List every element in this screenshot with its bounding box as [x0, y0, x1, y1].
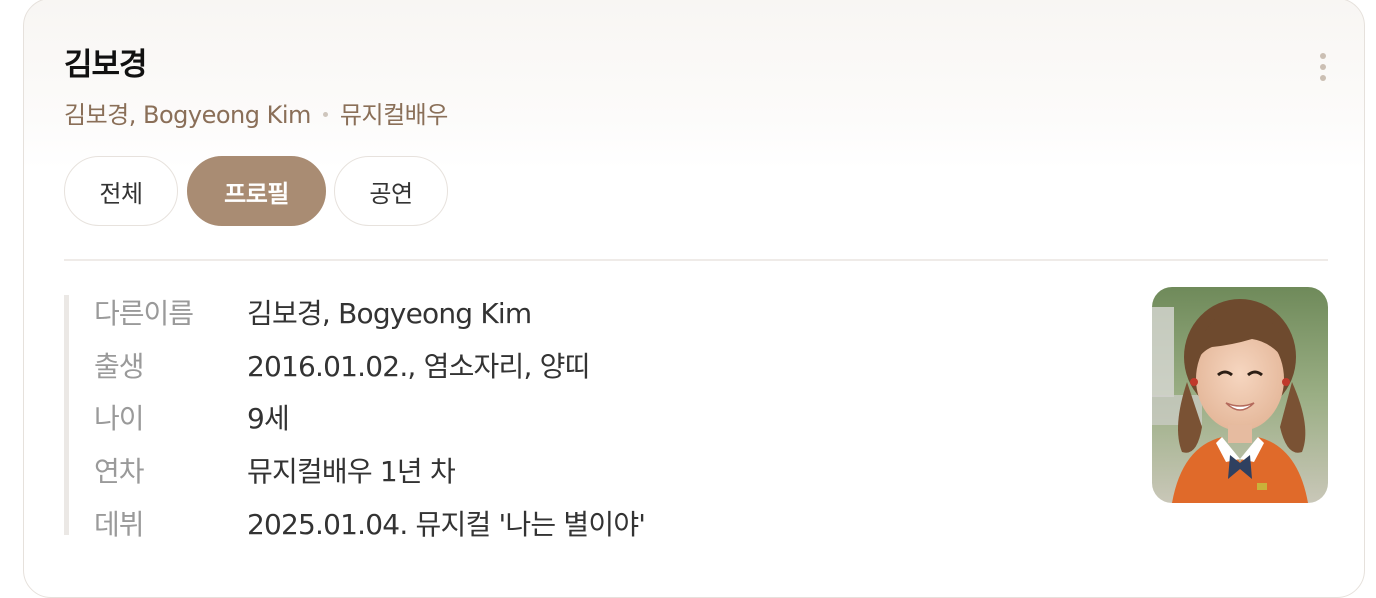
page-title: 김보경 — [64, 47, 148, 83]
info-label: 데뷔 — [94, 508, 145, 541]
more-vertical-icon[interactable] — [1306, 47, 1340, 87]
info-value: 2025.01.04. 뮤지컬 '나는 별이야' — [247, 508, 646, 541]
info-label: 연차 — [94, 455, 145, 488]
info-label: 다른이름 — [94, 297, 194, 330]
profile-photo[interactable] — [1152, 287, 1328, 503]
info-label: 출생 — [94, 350, 145, 383]
info-label: 나이 — [94, 402, 145, 435]
profile-card: 김보경 김보경, Bogyeong Kim 뮤지컬배우 전체 프로필 공연 다른이… — [23, 0, 1365, 598]
separator-dot — [322, 111, 328, 117]
subtitle: 김보경, Bogyeong Kim 뮤지컬배우 — [64, 95, 448, 130]
info-value: 9세 — [247, 402, 290, 435]
info-value: 김보경, Bogyeong Kim — [247, 297, 532, 330]
profile-info-list: 다른이름 김보경, Bogyeong Kim 출생 2016.01.02., 염… — [64, 295, 969, 541]
tab-profile[interactable]: 프로필 — [187, 156, 326, 226]
alt-names: 김보경, Bogyeong Kim — [64, 101, 311, 129]
occupation: 뮤지컬배우 — [339, 101, 448, 129]
tab-performance[interactable]: 공연 — [334, 156, 448, 226]
tab-all[interactable]: 전체 — [64, 156, 178, 226]
info-value: 뮤지컬배우 1년 차 — [247, 455, 456, 488]
info-value: 2016.01.02., 염소자리, 양띠 — [247, 350, 590, 383]
divider — [64, 259, 1328, 261]
